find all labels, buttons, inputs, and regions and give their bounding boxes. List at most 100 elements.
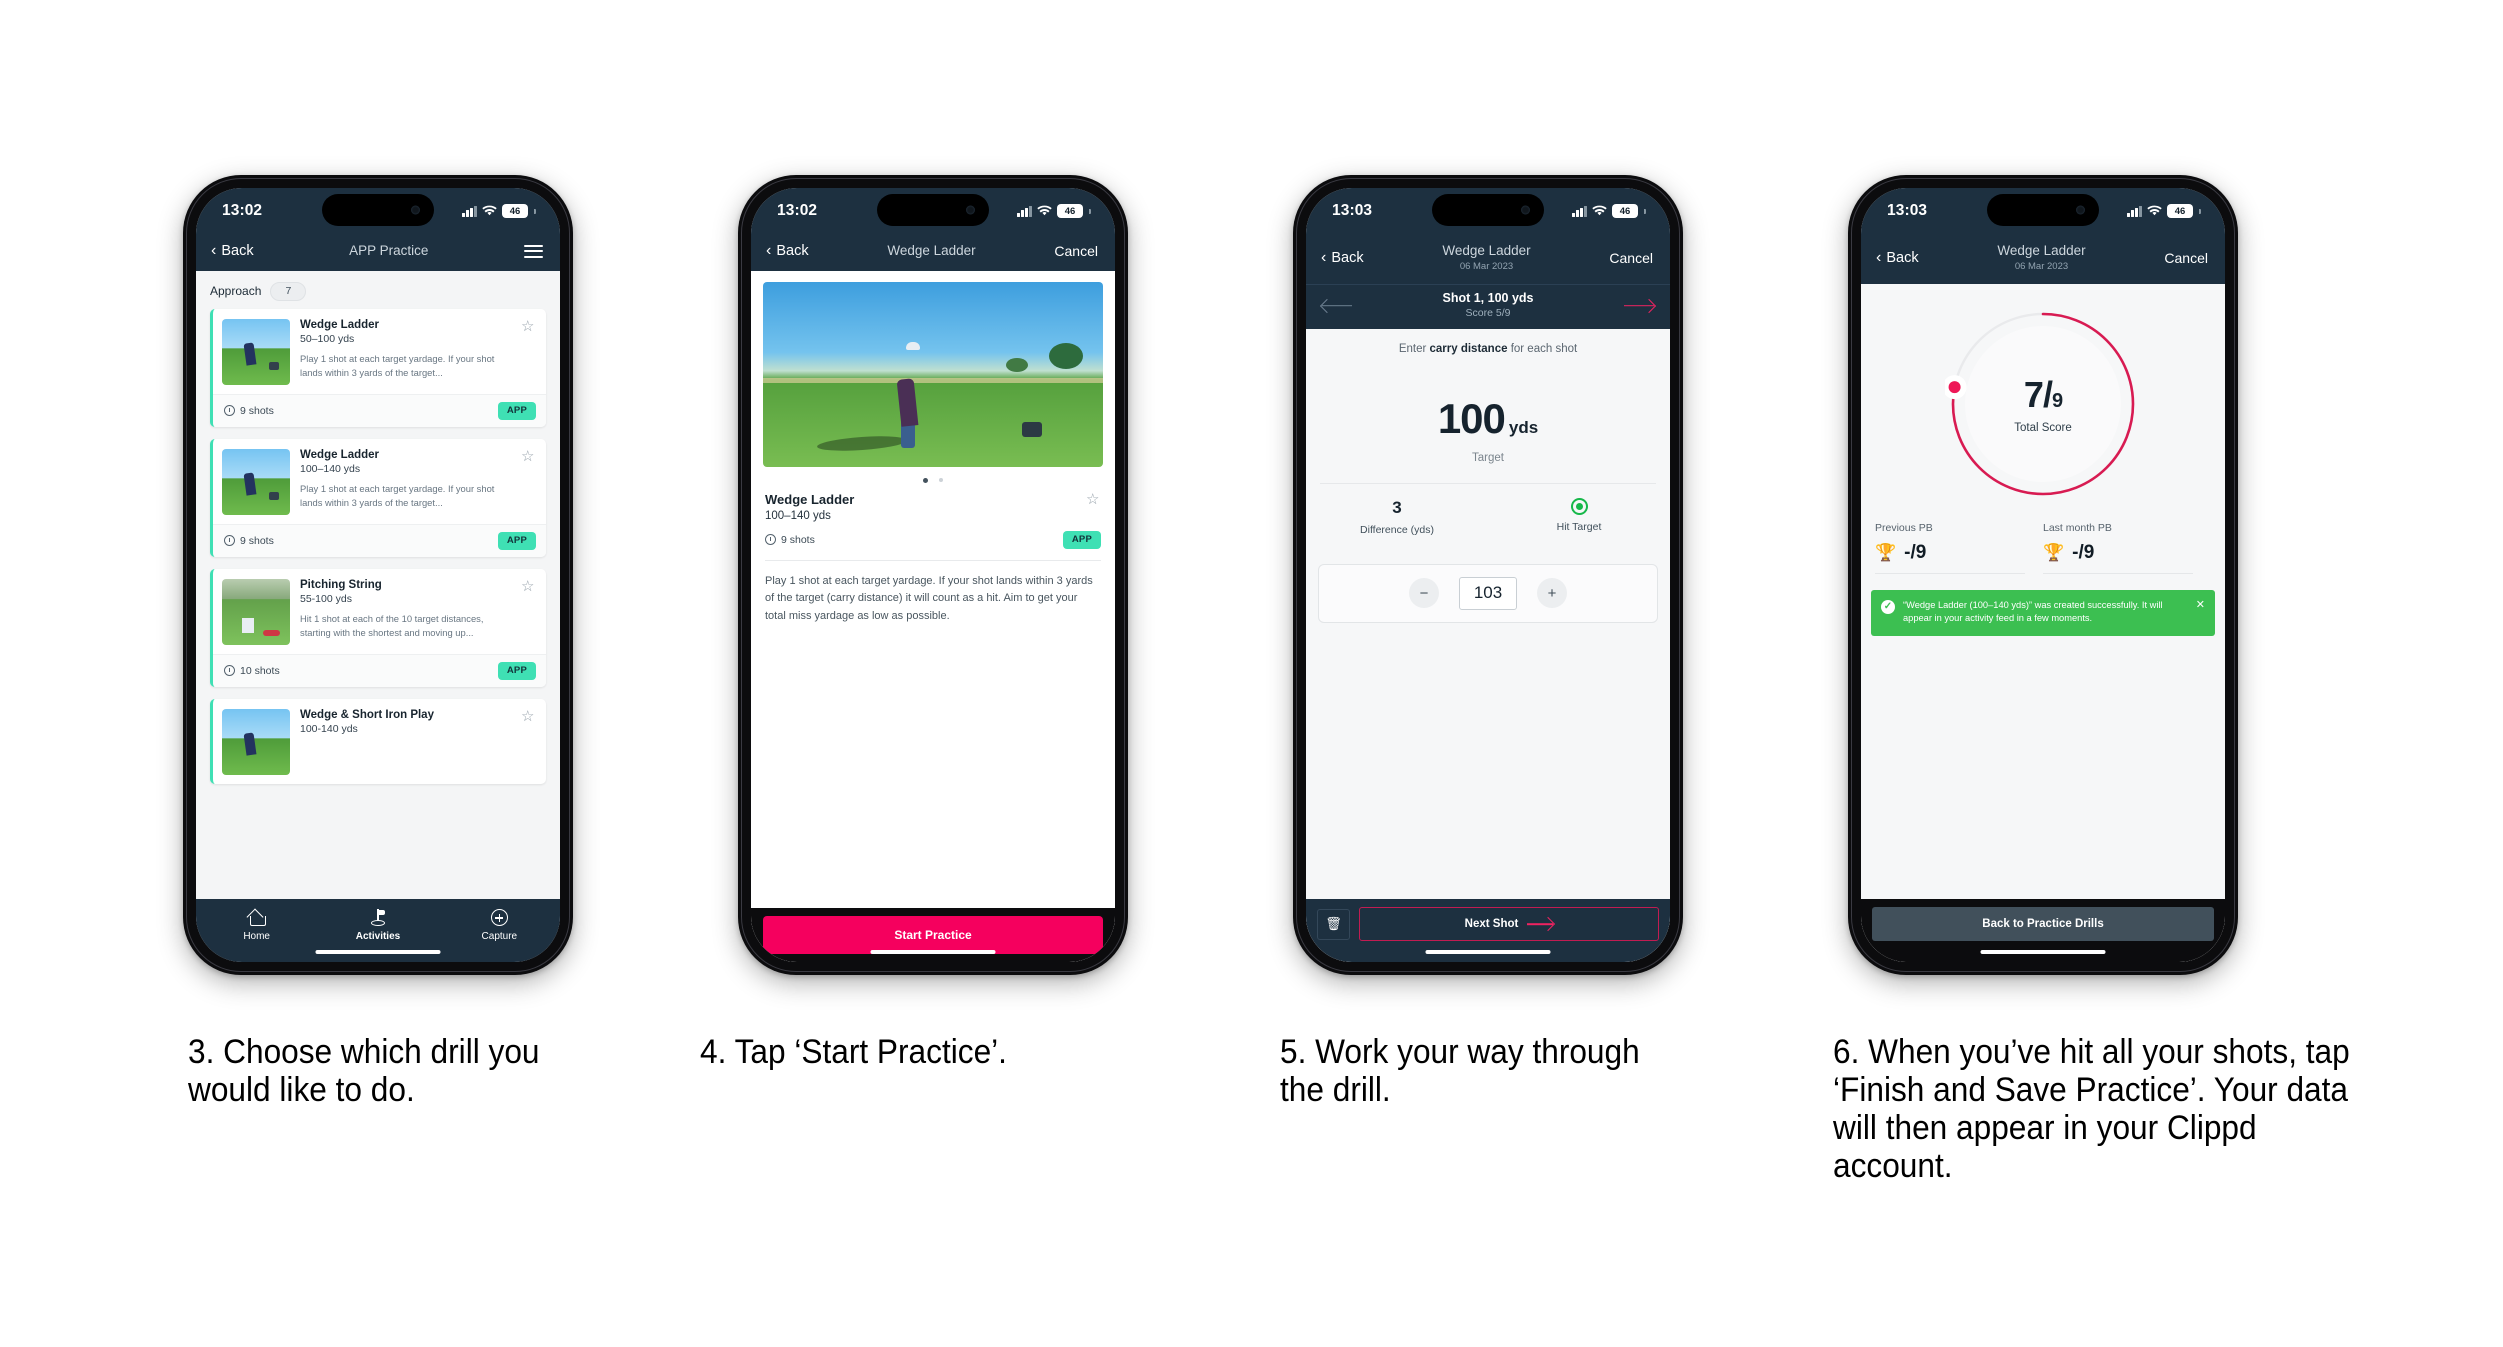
- cancel-button[interactable]: Cancel: [2164, 250, 2208, 266]
- hint-bold: carry distance: [1429, 342, 1508, 355]
- status-time: 13:02: [222, 202, 263, 219]
- status-bar: 13:03 46: [1861, 188, 2225, 234]
- drill-thumbnail: [222, 708, 290, 775]
- screen: 13:02 46 ‹ Back APP Practice Approach 7 …: [196, 188, 560, 962]
- dot-active[interactable]: [923, 477, 928, 483]
- battery-nub-icon: [2199, 208, 2201, 214]
- nav-subtitle: 06 Mar 2023: [2014, 260, 2069, 272]
- drill-card-body: Wedge & Short Iron Play 100-140 yds ☆: [213, 699, 546, 784]
- drill-title: Wedge Ladder: [300, 448, 380, 461]
- drill-detail: Wedge Ladder 100–140 yds ☆ 9 shots APP P…: [751, 270, 1115, 962]
- status-time: 13:03: [1887, 202, 1928, 219]
- pb-previous: Previous PB 🏆 -/9: [1875, 522, 2043, 574]
- page-title: Wedge Ladder: [887, 243, 976, 258]
- next-shot-arrow-icon[interactable]: [1624, 299, 1654, 313]
- drill-range: 100–140 yds: [765, 509, 831, 522]
- practice-summary: 7/9 Total Score Previous PB 🏆 -/9 Last m…: [1861, 283, 2225, 962]
- shot-score: Score 5/9: [1465, 307, 1511, 320]
- wifi-icon: [1037, 205, 1052, 216]
- status-indicators: 46: [1572, 204, 1646, 218]
- caption-step-4: 4. Tap ‘Start Practice’.: [700, 1033, 1007, 1071]
- nav-title-text: Wedge Ladder: [1997, 243, 2086, 258]
- target-hit-icon: [1570, 497, 1588, 515]
- trash-icon[interactable]: 🗑: [1317, 908, 1350, 940]
- carry-distance-stepper[interactable]: − 103 +: [1318, 563, 1658, 623]
- decrement-button[interactable]: −: [1409, 578, 1439, 608]
- tab-activities[interactable]: Activities: [317, 908, 438, 942]
- target-value: 100: [1437, 394, 1506, 442]
- nav-bar: ‹ Back Wedge Ladder Cancel: [751, 234, 1115, 271]
- phone-app-practice: 13:02 46 ‹ Back APP Practice Approach 7 …: [183, 175, 573, 975]
- chevron-left-icon: ‹: [1321, 248, 1327, 266]
- category-label: Approach: [210, 284, 262, 299]
- favorite-star-icon[interactable]: ☆: [1086, 492, 1101, 507]
- drill-card[interactable]: Pitching String 55-100 yds Hit 1 shot at…: [210, 568, 546, 687]
- shot-title: Shot 1, 100 yds: [1442, 290, 1534, 305]
- dot-inactive[interactable]: [939, 477, 943, 482]
- favorite-star-icon[interactable]: ☆: [521, 449, 536, 464]
- favorite-star-icon[interactable]: ☆: [521, 579, 536, 594]
- back-button[interactable]: ‹ Back: [766, 242, 809, 260]
- wifi-icon: [482, 205, 497, 216]
- drill-card-footer: 9 shots APP: [213, 393, 546, 427]
- drill-range: 100-140 yds: [300, 722, 358, 735]
- cancel-button[interactable]: Cancel: [1054, 243, 1098, 259]
- cancel-button[interactable]: Cancel: [1609, 250, 1653, 266]
- check-icon: ✓: [1881, 599, 1895, 614]
- start-practice-button[interactable]: Start Practice: [763, 916, 1103, 954]
- total-score-value: 7/9: [2023, 373, 2063, 415]
- drill-card[interactable]: Wedge & Short Iron Play 100-140 yds ☆: [210, 698, 546, 784]
- divider: [2043, 572, 2193, 574]
- back-button[interactable]: ‹ Back: [1876, 249, 1919, 266]
- drill-hero-image: [763, 281, 1103, 467]
- favorite-star-icon[interactable]: ☆: [521, 319, 536, 334]
- tab-capture[interactable]: Capture: [439, 908, 560, 942]
- page-title: Wedge Ladder 06 Mar 2023: [1997, 243, 2085, 273]
- divider: [1875, 572, 2025, 574]
- category-badge: APP: [497, 401, 536, 420]
- nav-bar: ‹ Back Wedge Ladder 06 Mar 2023 Cancel: [1306, 234, 1670, 284]
- clock-icon: [224, 665, 235, 677]
- back-button[interactable]: ‹ Back: [211, 242, 254, 260]
- arrow-right-icon: [1527, 917, 1553, 931]
- back-button[interactable]: ‹ Back: [1321, 248, 1364, 266]
- cellular-signal-icon: [1572, 205, 1587, 217]
- target-caption: Target: [1472, 451, 1504, 464]
- toast-message: “Wedge Ladder (100–140 yds)” was created…: [1903, 599, 2163, 624]
- success-toast: ✓ “Wedge Ladder (100–140 yds)” was creat…: [1871, 589, 2215, 636]
- drill-info: Wedge Ladder 100–140 yds Play 1 shot at …: [300, 449, 511, 515]
- target-unit: yds: [1508, 417, 1539, 437]
- trophy-icon: 🏆: [1875, 542, 1897, 562]
- previous-shot-arrow-icon[interactable]: [1322, 299, 1352, 313]
- drill-description: Play 1 shot at each target yardage. If y…: [765, 574, 1093, 623]
- phone-drill-detail: 13:02 46 ‹ Back Wedge Ladder Cancel Wedg…: [738, 175, 1128, 975]
- battery-indicator: 46: [1057, 204, 1083, 218]
- page-title: Wedge Ladder 06 Mar 2023: [1442, 243, 1530, 273]
- drill-card[interactable]: Wedge Ladder 100–140 yds Play 1 shot at …: [210, 438, 546, 557]
- chevron-left-icon: ‹: [211, 242, 217, 260]
- nav-bar: ‹ Back Wedge Ladder 06 Mar 2023 Cancel: [1861, 234, 2225, 284]
- hamburger-icon[interactable]: [524, 244, 543, 258]
- tab-home[interactable]: Home: [196, 908, 317, 942]
- next-shot-button[interactable]: Next Shot: [1359, 907, 1659, 941]
- close-icon[interactable]: ✕: [2196, 599, 2205, 626]
- dynamic-island: [877, 194, 989, 226]
- increment-button[interactable]: +: [1537, 578, 1567, 608]
- favorite-star-icon[interactable]: ☆: [521, 709, 536, 724]
- caption-step-3: 3. Choose which drill you would like to …: [188, 1033, 540, 1110]
- carry-distance-input[interactable]: 103: [1459, 576, 1517, 610]
- back-label: Back: [1331, 249, 1364, 266]
- back-to-practice-drills-button[interactable]: Back to Practice Drills: [1872, 907, 2214, 941]
- cellular-signal-icon: [2127, 205, 2142, 217]
- drill-list[interactable]: Approach 7 Wedge Ladder 50–100 yds Play …: [196, 270, 560, 899]
- drill-card[interactable]: Wedge Ladder 50–100 yds Play 1 shot at e…: [210, 308, 546, 427]
- trophy-icon: 🏆: [2043, 542, 2065, 562]
- chevron-left-icon: ‹: [766, 242, 772, 260]
- drill-card-footer: 9 shots APP: [213, 523, 546, 557]
- nav-subtitle: 06 Mar 2023: [1459, 260, 1514, 272]
- personal-bests: Previous PB 🏆 -/9 Last month PB 🏆 -/9: [1861, 512, 2225, 574]
- entry-hint: Enter carry distance for each shot: [1306, 329, 1670, 355]
- drill-title: Pitching String: [300, 578, 382, 591]
- drill-card-footer: 10 shots APP: [213, 653, 546, 687]
- carousel-dots[interactable]: [751, 467, 1115, 492]
